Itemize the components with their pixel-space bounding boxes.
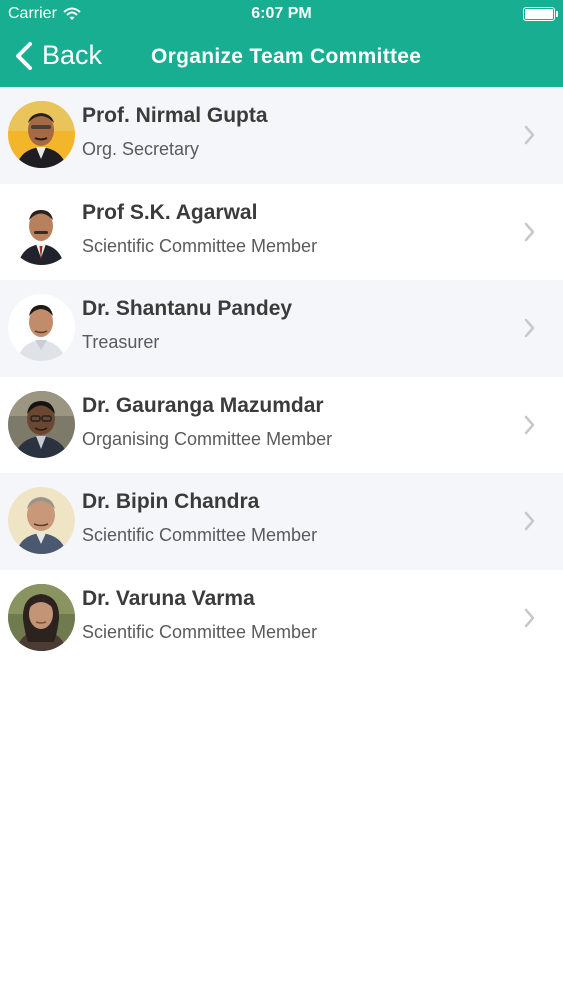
member-role: Scientific Committee Member [82,621,318,642]
avatar [8,487,75,554]
avatar [8,101,75,168]
navigation-bar: Back Organize Team Committee [0,30,563,87]
list-item[interactable]: Prof S.K. Agarwal Scientific Committee M… [0,183,563,280]
list-item[interactable]: Dr. Bipin Chandra Scientific Committee M… [0,473,563,570]
chevron-right-icon [524,318,535,338]
list-item[interactable]: Dr. Gauranga Mazumdar Organising Committ… [0,376,563,473]
chevron-left-icon [16,41,32,70]
status-time: 6:07 PM [251,5,312,22]
chevron-right-icon [524,511,535,531]
back-label: Back [42,40,103,70]
chevron-right-icon [524,608,535,627]
status-bar: Carrier 6:07 PM [0,0,563,30]
back-button[interactable]: Back [14,40,102,71]
chevron-right-icon [524,415,535,434]
list-item[interactable]: Dr. Varuna Varma Scientific Committee Me… [0,569,563,666]
list-item[interactable]: Prof. Nirmal Gupta Org. Secretary [0,87,563,184]
avatar [8,583,75,651]
member-role: Org. Secretary [82,139,200,159]
chevron-right-icon [524,222,535,241]
member-role: Organising Committee Member [82,428,333,449]
avatar [8,390,75,458]
avatar [8,294,75,361]
member-name: Prof S.K. Agarwal [82,200,258,224]
member-name: Dr. Varuna Varma [82,586,255,610]
chevron-right-icon [524,125,535,145]
member-role: Scientific Committee Member [82,525,318,545]
member-name: Dr. Bipin Chandra [82,490,260,513]
page-title: Organize Team Committee [151,45,422,68]
avatar [8,197,75,265]
app-header: Carrier 6:07 PM Back Organize Team Commi… [0,0,563,87]
member-name: Dr. Shantanu Pandey [82,297,293,320]
member-role: Scientific Committee Member [82,235,318,256]
member-name: Dr. Gauranga Mazumdar [82,393,324,417]
member-role: Treasurer [82,332,160,352]
list-item[interactable]: Dr. Shantanu Pandey Treasurer [0,280,563,377]
committee-list: Prof. Nirmal Gupta Org. Secretary Prof S… [0,87,563,666]
member-name: Prof. Nirmal Gupta [82,104,268,127]
battery-icon [523,7,558,21]
